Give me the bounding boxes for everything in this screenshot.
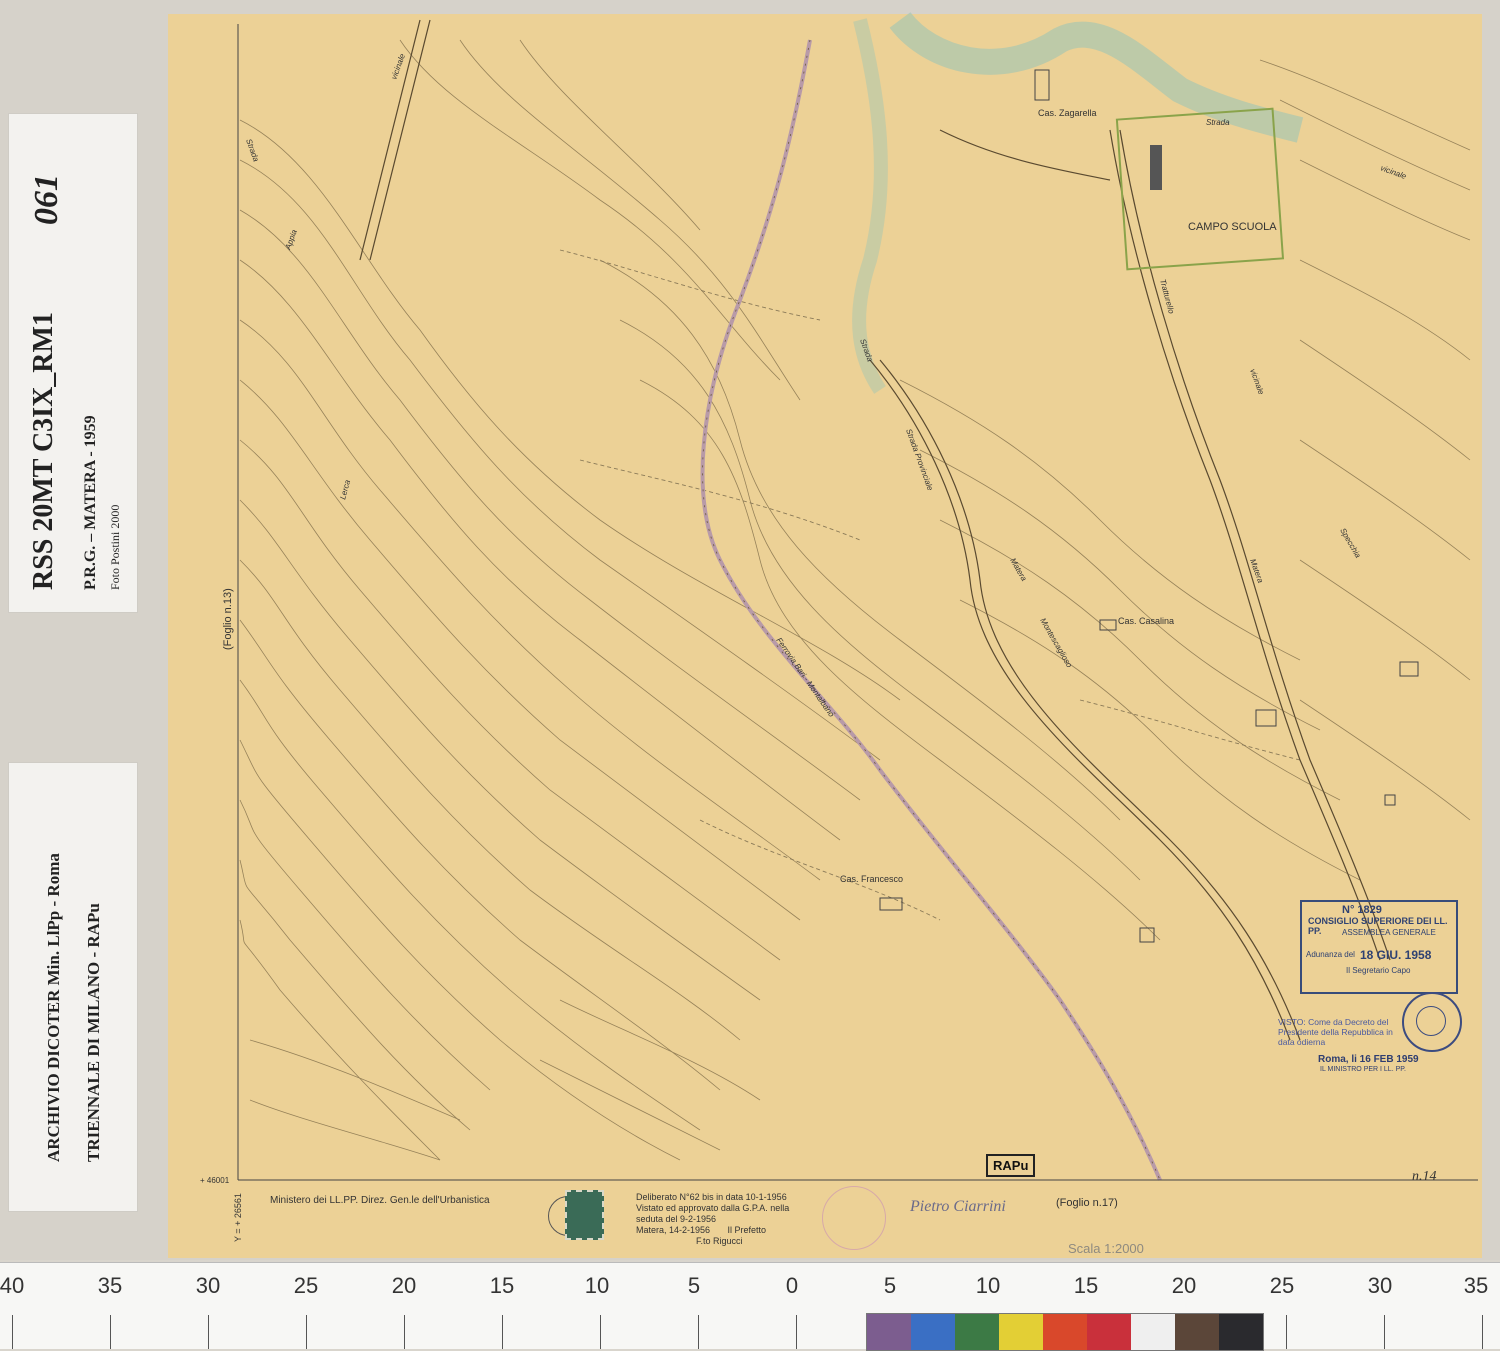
ruler-number: 15 bbox=[1073, 1273, 1099, 1298]
ruler-number: 15 bbox=[489, 1273, 515, 1298]
color-swatch bbox=[1131, 1314, 1175, 1350]
map-place-labels: Cas. Zagarella CAMPO SCUOLA Cas. Casalin… bbox=[840, 108, 1277, 884]
road-label-provinciale: Strada Provinciale bbox=[904, 428, 935, 493]
building-small bbox=[1384, 794, 1396, 806]
ruler-tick bbox=[1286, 1315, 1287, 1349]
color-swatch bbox=[911, 1314, 955, 1350]
ruler-number: 10 bbox=[584, 1273, 610, 1298]
building-zagarella bbox=[1034, 69, 1050, 101]
ruler-tick bbox=[698, 1315, 699, 1349]
sheet-ref-bottom: (Foglio n.17) bbox=[1056, 1197, 1118, 1209]
coordinate-y: Y = + 26561 bbox=[233, 1193, 243, 1242]
ruler-tick bbox=[1384, 1315, 1385, 1349]
road-label-strada-3: Strada bbox=[244, 138, 261, 164]
ruler-tick bbox=[502, 1315, 503, 1349]
color-swatch bbox=[955, 1314, 999, 1350]
road-label-specchia: Specchia bbox=[1338, 527, 1363, 560]
building-east bbox=[1399, 661, 1419, 677]
road-label-matera: Matera bbox=[1008, 557, 1029, 584]
map-road-labels: Strada vicinale Strada Ferrovia Bari - M… bbox=[244, 52, 1408, 719]
color-swatch bbox=[1087, 1314, 1131, 1350]
field-boundaries bbox=[559, 249, 1301, 921]
ruler-number: 35 bbox=[97, 1273, 123, 1298]
stamp-number: N° 1829 bbox=[1342, 904, 1382, 916]
coordinate-x: + 46001 bbox=[200, 1176, 230, 1185]
road-label-vicinale-3: vicinale bbox=[389, 52, 407, 81]
ruler-number: 25 bbox=[293, 1273, 319, 1298]
building-cluster bbox=[1255, 709, 1277, 727]
ruler-number: 30 bbox=[195, 1273, 221, 1298]
color-swatch bbox=[1175, 1314, 1219, 1350]
ruler-tick bbox=[600, 1315, 601, 1349]
visto-note: VISTO: Come da Decreto del Presidente de… bbox=[1278, 1017, 1393, 1047]
ruler-tick bbox=[1482, 1315, 1483, 1349]
road-label-lerca: Lerca bbox=[338, 478, 352, 500]
ministry-seal bbox=[1402, 992, 1462, 1052]
road-label-tratturello: Tratturello bbox=[1158, 278, 1176, 315]
ruler-tick bbox=[208, 1315, 209, 1349]
road-label-montescaglioso: Montescaglioso bbox=[1038, 617, 1074, 670]
ruler-number: 0 bbox=[785, 1273, 799, 1298]
stamp-adunanza: Adunanza del bbox=[1306, 950, 1355, 959]
river bbox=[889, 11, 1304, 143]
label-cas-francesco: Cas. Francesco bbox=[840, 874, 903, 884]
road-label-strada: Strada bbox=[1206, 118, 1230, 127]
scale-label: Scala 1:2000 bbox=[1068, 1241, 1144, 1256]
building-francesco bbox=[879, 897, 903, 911]
sheet-number: n.14 bbox=[1412, 1169, 1437, 1184]
contour-lines bbox=[239, 39, 1471, 1161]
ruler-tick bbox=[110, 1315, 111, 1349]
stamp-date: 18 GIU. 1958 bbox=[1360, 948, 1432, 962]
building-south bbox=[1139, 927, 1155, 943]
sheet-ref-left: (Foglio n.13) bbox=[222, 588, 234, 650]
road-label-matera-2: Matera bbox=[1248, 558, 1265, 585]
ministry-line: Ministero dei LL.PP. Direz. Gen.le dell'… bbox=[270, 1195, 490, 1206]
signature: Pietro Ciarrini bbox=[910, 1198, 1006, 1215]
ruler-number: 40 bbox=[0, 1273, 25, 1298]
ruler-number: 5 bbox=[687, 1273, 701, 1298]
color-calibration-strip bbox=[866, 1313, 1264, 1351]
ruler-number: 35 bbox=[1463, 1273, 1489, 1298]
ruler-tick bbox=[796, 1315, 797, 1349]
visto-date: Roma, li 16 FEB 1959 bbox=[1318, 1054, 1419, 1065]
label-cas-casalina: Cas. Casalina bbox=[1118, 616, 1174, 626]
ruler-tick bbox=[404, 1315, 405, 1349]
ruler-number: 20 bbox=[1171, 1273, 1197, 1298]
deliberation-note: Deliberato N°62 bis in data 10-1-1956 Vi… bbox=[636, 1192, 790, 1246]
road-label-vicinale-2: vicinale bbox=[1248, 368, 1266, 397]
railway-line bbox=[700, 39, 1162, 1181]
ruler-number: 5 bbox=[883, 1273, 897, 1298]
road-label-ferrovia: Ferrovia Bari - Montalbano bbox=[774, 636, 836, 719]
faded-round-stamp bbox=[822, 1186, 886, 1250]
rapu-mark: RAPu bbox=[986, 1154, 1036, 1177]
ruler-number: 20 bbox=[391, 1273, 417, 1298]
building-block bbox=[1150, 145, 1162, 190]
ruler-number: 25 bbox=[1269, 1273, 1295, 1298]
ruler-tick bbox=[12, 1315, 13, 1349]
stamp-secretary: Il Segretario Capo bbox=[1346, 966, 1411, 975]
color-swatch bbox=[1043, 1314, 1087, 1350]
color-swatch bbox=[1219, 1314, 1263, 1350]
ruler-number: 30 bbox=[1367, 1273, 1393, 1298]
color-swatch bbox=[867, 1314, 911, 1350]
approval-stamp: N° 1829 CONSIGLIO SUPERIORE DEI LL. PP. … bbox=[1300, 900, 1458, 994]
road-label-appia: Appia bbox=[283, 228, 299, 252]
visto-minister: IL MINISTRO PER I LL. PP. bbox=[1320, 1066, 1406, 1073]
measuring-ruler: 40 35 30 25 20 15 10 5 0 5 10 15 20 25 3… bbox=[0, 1262, 1500, 1351]
road-label-vicinale: vicinale bbox=[1379, 163, 1408, 181]
label-cas-zagarella: Cas. Zagarella bbox=[1038, 108, 1097, 118]
stream bbox=[852, 18, 888, 394]
label-campo-scuola: CAMPO SCUOLA bbox=[1188, 221, 1277, 233]
campo-scuola-outline bbox=[1115, 107, 1285, 271]
revenue-stamp bbox=[565, 1190, 604, 1240]
ruler-number: 10 bbox=[975, 1273, 1001, 1298]
stamp-subtitle: ASSEMBLEA GENERALE bbox=[1342, 928, 1436, 937]
color-swatch bbox=[999, 1314, 1043, 1350]
ruler-tick bbox=[306, 1315, 307, 1349]
